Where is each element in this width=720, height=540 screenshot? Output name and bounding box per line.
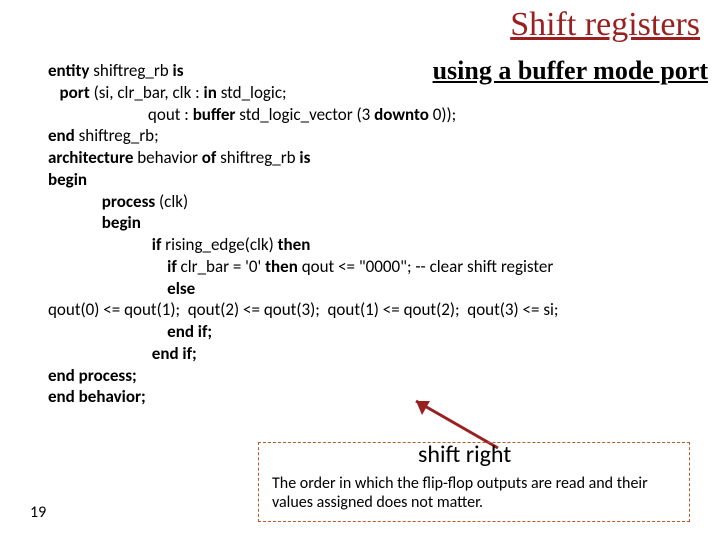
code-line: process (clk) <box>48 191 710 213</box>
annotation-label: shift right <box>418 440 511 469</box>
code-line: end if; <box>48 343 710 365</box>
code-line: end shiftreg_rb; <box>48 125 710 147</box>
code-block: entity shiftreg_rb is port (si, clr_bar,… <box>48 60 710 408</box>
code-line: qout(0) <= qout(1); qout(2) <= qout(3); … <box>48 299 710 321</box>
code-line: entity shiftreg_rb is <box>48 60 710 82</box>
code-line: end process; <box>48 365 710 387</box>
annotation-text: The order in which the flip-flop outputs… <box>272 474 672 512</box>
code-line: architecture behavior of shiftreg_rb is <box>48 147 710 169</box>
code-line: qout : buffer std_logic_vector (3 downto… <box>48 104 710 126</box>
code-line: end behavior; <box>48 386 710 408</box>
code-line: end if; <box>48 321 710 343</box>
code-line: port (si, clr_bar, clk : in std_logic; <box>48 82 710 104</box>
code-line: begin <box>48 212 710 234</box>
slide-title: Shift registers <box>510 6 700 44</box>
code-line: begin <box>48 169 710 191</box>
code-line: else <box>48 278 710 300</box>
code-line: if clr_bar = '0' then qout <= "0000"; --… <box>48 256 710 278</box>
code-line: if rising_edge(clk) then <box>48 234 710 256</box>
slide-number: 19 <box>30 503 46 522</box>
